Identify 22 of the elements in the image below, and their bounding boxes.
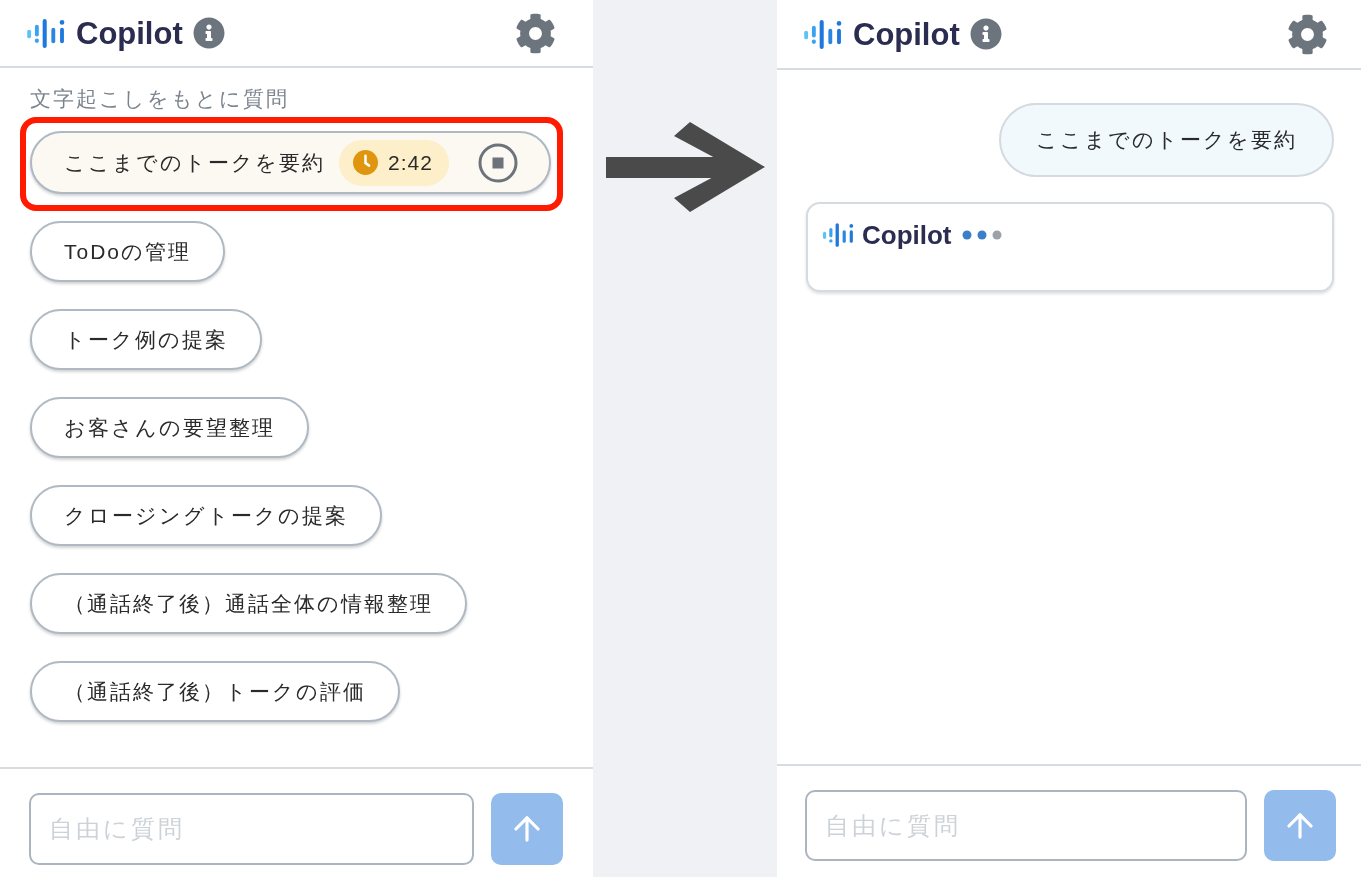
- info-icon[interactable]: [969, 18, 1002, 50]
- info-icon[interactable]: [192, 17, 225, 49]
- chip-label: ここまでのトークを要約: [64, 149, 325, 176]
- settings-icon[interactable]: [515, 12, 556, 54]
- stop-button[interactable]: [478, 142, 518, 183]
- suggestion-chip[interactable]: トーク例の提案: [30, 309, 262, 370]
- clock-icon: [353, 150, 378, 175]
- right-arrow-icon: [605, 122, 765, 212]
- user-message-bubble: ここまでのトークを要約: [999, 103, 1334, 177]
- suggestion-chip[interactable]: クロージングトークの提案: [30, 485, 382, 546]
- suggestion-chip[interactable]: ここまでのトークを要約 2:42: [30, 131, 551, 194]
- sender-name: Copilot: [862, 222, 952, 248]
- settings-icon[interactable]: [1287, 13, 1328, 55]
- app-title: Copilot: [853, 18, 960, 50]
- app-title: Copilot: [76, 17, 183, 49]
- section-label: 文字起こしをもとに質問: [30, 87, 289, 111]
- timer-text: 2:42: [388, 149, 433, 176]
- logo-icon: [823, 223, 856, 247]
- suggestion-chip[interactable]: （通話終了後）通話全体の情報整理: [30, 573, 467, 634]
- suggestion-chip[interactable]: （通話終了後）トークの評価: [30, 661, 400, 722]
- suggestion-chip[interactable]: ToDoの管理: [30, 221, 226, 282]
- suggestion-chip[interactable]: お客さんの要望整理: [30, 397, 309, 458]
